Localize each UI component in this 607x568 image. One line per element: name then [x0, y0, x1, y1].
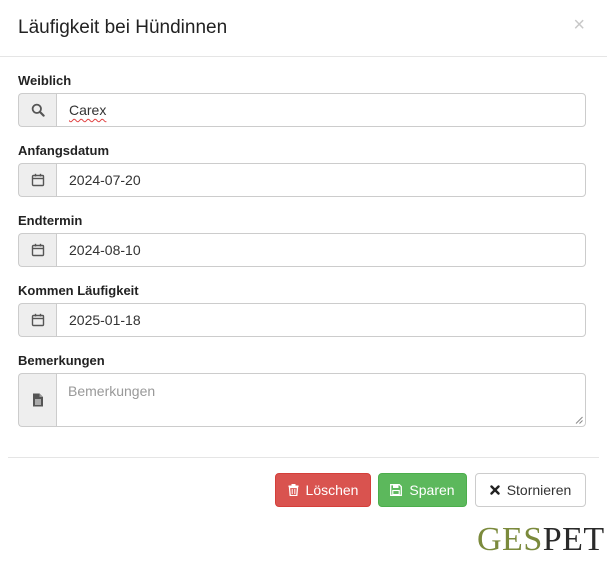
cancel-button[interactable]: Stornieren	[475, 473, 586, 507]
remarks-input-group: Bemerkungen	[18, 373, 586, 427]
delete-button-label: Löschen	[305, 482, 359, 498]
logo-part-pet: PET	[542, 521, 605, 558]
remarks-textarea[interactable]: Bemerkungen	[56, 373, 586, 427]
end-date-input[interactable]: 2024-08-10	[56, 233, 586, 267]
floppy-disk-icon	[390, 484, 403, 496]
start-date-label: Anfangsdatum	[18, 143, 109, 158]
save-button[interactable]: Sparen	[378, 473, 467, 507]
calendar-icon	[18, 163, 56, 197]
modal-title: Läufigkeit bei Hündinnen	[18, 17, 228, 38]
delete-button[interactable]: Löschen	[275, 473, 371, 507]
female-value: Carex	[69, 102, 107, 118]
start-date-input-group: 2024-07-20	[18, 163, 586, 197]
document-icon	[18, 373, 56, 427]
close-icon	[490, 485, 500, 495]
resize-handle-icon[interactable]	[575, 416, 583, 424]
save-button-label: Sparen	[409, 482, 455, 498]
next-heat-input-group: 2025-01-18	[18, 303, 586, 337]
female-label: Weiblich	[18, 73, 72, 88]
female-input-group: Carex	[18, 93, 586, 127]
cancel-button-label: Stornieren	[506, 482, 572, 498]
start-date-input[interactable]: 2024-07-20	[56, 163, 586, 197]
remarks-label: Bemerkungen	[18, 353, 105, 368]
close-icon[interactable]: ×	[573, 14, 585, 36]
trash-icon	[288, 484, 299, 496]
modal-footer-divider	[8, 457, 599, 458]
remarks-placeholder: Bemerkungen	[68, 383, 156, 399]
end-date-input-group: 2024-08-10	[18, 233, 586, 267]
next-heat-label: Kommen Läufigkeit	[18, 283, 139, 298]
search-icon	[18, 93, 56, 127]
gespet-logo: GESPET	[477, 520, 605, 560]
calendar-icon	[18, 303, 56, 337]
end-date-label: Endtermin	[18, 213, 83, 228]
female-search-input[interactable]: Carex	[56, 93, 586, 127]
next-heat-input[interactable]: 2025-01-18	[56, 303, 586, 337]
logo-part-ges: GES	[477, 521, 543, 558]
calendar-icon	[18, 233, 56, 267]
modal-header: Läufigkeit bei Hündinnen ×	[0, 0, 607, 57]
